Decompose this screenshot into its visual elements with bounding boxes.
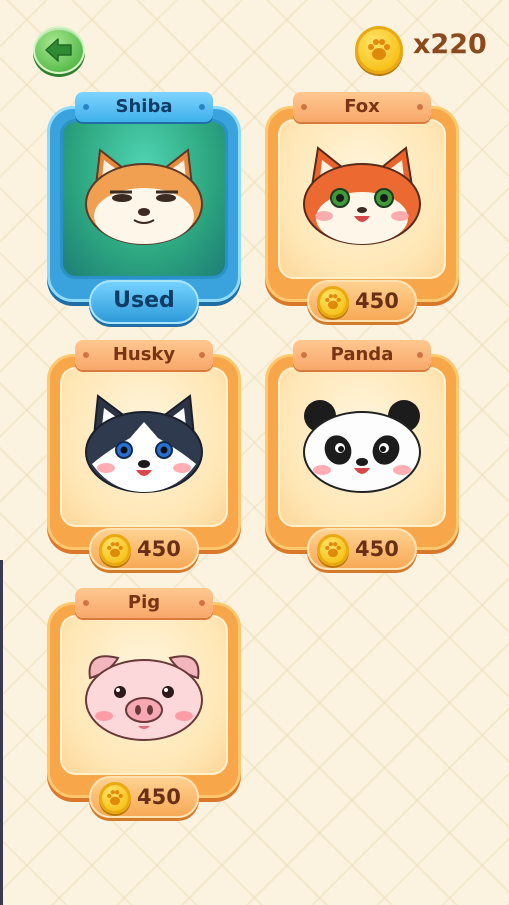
buy-button[interactable]: 450 (89, 776, 199, 818)
skin-card-pig[interactable]: Pig 450 (47, 588, 241, 818)
price-label: 450 (355, 289, 399, 313)
shiba-face-icon (85, 148, 203, 245)
buy-button[interactable]: 450 (307, 528, 417, 570)
back-button[interactable] (33, 26, 85, 74)
screen-edge (0, 560, 3, 905)
price-label: 450 (137, 537, 181, 561)
pig-face-icon (85, 655, 203, 741)
skin-name-tag: Fox (293, 92, 431, 122)
skin-name-tag: Pig (75, 588, 213, 618)
panda-face-icon (303, 400, 421, 493)
paw-coin-icon (317, 286, 349, 318)
skin-card-shiba[interactable]: Shiba Used (47, 92, 241, 324)
buy-button[interactable]: 450 (307, 280, 417, 322)
paw-coin-icon (355, 26, 403, 74)
husky-face-icon (85, 394, 203, 493)
coin-count: x220 (413, 29, 487, 60)
skin-card-panda[interactable]: Panda 450 (265, 340, 459, 570)
buy-button[interactable]: 450 (89, 528, 199, 570)
paw-coin-icon (317, 534, 349, 566)
paw-coin-icon (99, 782, 131, 814)
back-arrow-icon (45, 38, 72, 62)
skin-name-tag: Shiba (75, 92, 213, 122)
price-label: 450 (137, 785, 181, 809)
skin-name-tag: Panda (293, 340, 431, 370)
skin-card-husky[interactable]: Husky 450 (47, 340, 241, 570)
used-button[interactable]: Used (89, 280, 199, 324)
fox-face-icon (303, 146, 421, 245)
price-label: 450 (355, 537, 399, 561)
paw-coin-icon (99, 534, 131, 566)
skin-card-fox[interactable]: Fox 450 (265, 92, 459, 322)
skin-name-tag: Husky (75, 340, 213, 370)
